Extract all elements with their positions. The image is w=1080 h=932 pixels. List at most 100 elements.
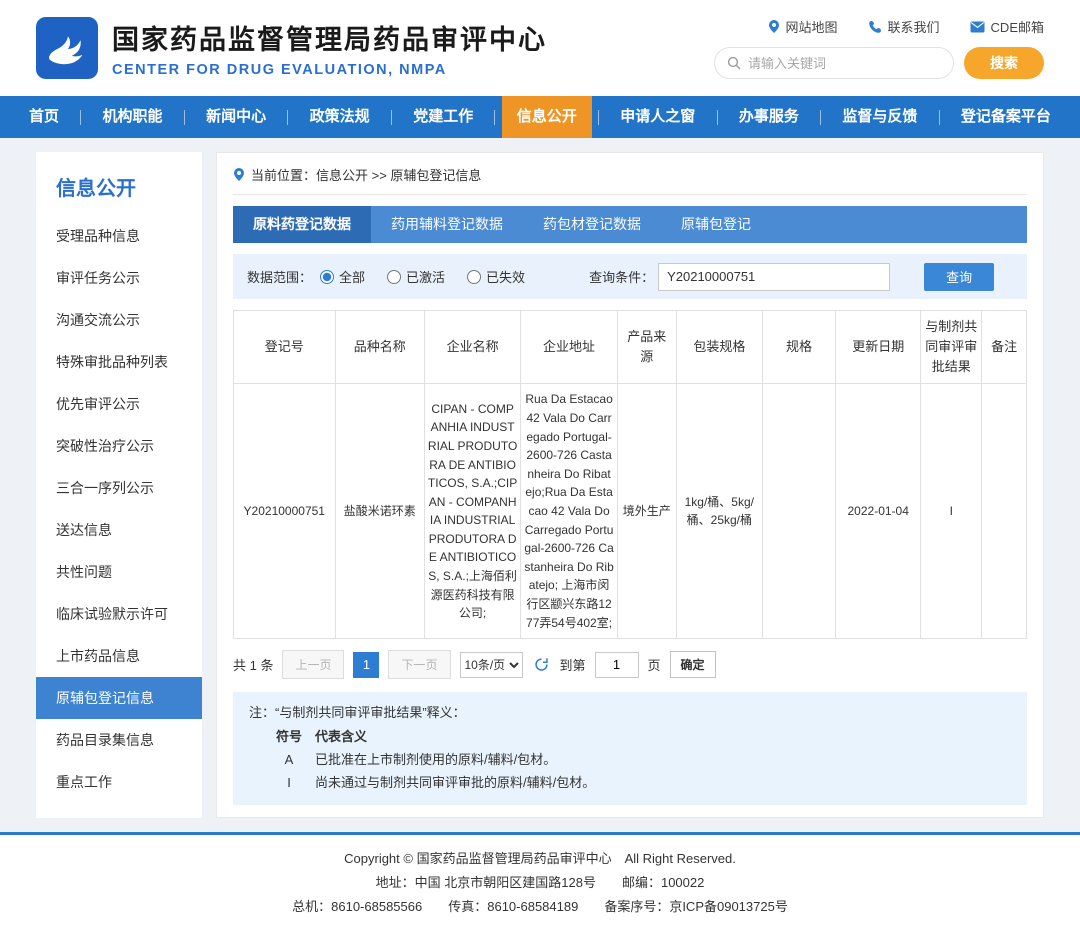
header-right: 网站地图 联系我们 CDE邮箱 搜索	[714, 17, 1044, 79]
cell-7: 2022-01-04	[836, 384, 921, 639]
note-symbol-header: 符号	[263, 727, 315, 748]
tab-bar: 原料药登记数据药用辅料登记数据药包材登记数据原辅包登记	[233, 206, 1027, 243]
quick-link-0[interactable]: 网站地图	[768, 17, 838, 36]
sidebar-item-11[interactable]: 原辅包登记信息	[36, 677, 202, 719]
cell-1: 盐酸米诺环素	[335, 384, 424, 639]
sidebar-item-4[interactable]: 优先审评公示	[36, 383, 202, 425]
page-size-select[interactable]: 10条/页	[460, 652, 523, 678]
col-header-6: 规格	[762, 311, 835, 384]
page-number-1[interactable]: 1	[353, 652, 379, 678]
sidebar-item-9[interactable]: 临床试验默示许可	[36, 593, 202, 635]
scope-radio-1[interactable]	[387, 270, 401, 284]
breadcrumb: 当前位置：信息公开 >> 原辅包登记信息	[233, 165, 1027, 195]
goto-suffix: 页	[648, 655, 661, 674]
col-header-3: 企业地址	[521, 311, 617, 384]
scope-radio-group: 全部 已激活 已失效	[320, 267, 525, 286]
nav-item-2[interactable]: 新闻中心	[191, 96, 281, 138]
sidebar-title: 信息公开	[36, 152, 202, 215]
goto-prefix: 到第	[560, 655, 586, 674]
content: 当前位置：信息公开 >> 原辅包登记信息 原料药登记数据药用辅料登记数据药包材登…	[216, 152, 1044, 818]
col-header-5: 包装规格	[676, 311, 762, 384]
search-input[interactable]	[748, 56, 941, 71]
col-header-1: 品种名称	[335, 311, 424, 384]
nav-item-7[interactable]: 办事服务	[724, 96, 814, 138]
goto-confirm-button[interactable]: 确定	[670, 651, 716, 678]
scope-option-0[interactable]: 全部	[320, 267, 365, 286]
sidebar-list: 受理品种信息审评任务公示沟通交流公示特殊审批品种列表优先审评公示突破性治疗公示三…	[36, 215, 202, 803]
next-page-button[interactable]: 下一页	[388, 650, 450, 679]
sidebar: 信息公开 受理品种信息审评任务公示沟通交流公示特殊审批品种列表优先审评公示突破性…	[36, 152, 202, 818]
main-nav: 首页机构职能新闻中心政策法规党建工作信息公开申请人之窗办事服务监督与反馈登记备案…	[0, 96, 1080, 138]
page: 国家药品监督管理局药品审评中心 CENTER FOR DRUG EVALUATI…	[0, 0, 1080, 932]
table-row: Y20210000751盐酸米诺环素CIPAN - COMPANHIA INDU…	[234, 384, 1027, 639]
sidebar-item-6[interactable]: 三合一序列公示	[36, 467, 202, 509]
scope-option-2[interactable]: 已失效	[467, 267, 525, 286]
sidebar-item-3[interactable]: 特殊审批品种列表	[36, 341, 202, 383]
nav-item-0[interactable]: 首页	[14, 96, 74, 138]
cde-logo-icon	[36, 17, 98, 79]
sidebar-item-13[interactable]: 重点工作	[36, 761, 202, 803]
goto-page-input[interactable]	[595, 652, 639, 678]
nav-separator	[184, 110, 185, 125]
sidebar-item-7[interactable]: 送达信息	[36, 509, 202, 551]
refresh-button[interactable]	[532, 657, 551, 672]
tab-1[interactable]: 药用辅料登记数据	[371, 206, 523, 243]
cell-6	[762, 384, 835, 639]
footer: Copyright © 国家药品监督管理局药品审评中心 All Right Re…	[0, 832, 1080, 932]
scope-radio-2[interactable]	[467, 270, 481, 284]
prev-page-button[interactable]: 上一页	[282, 650, 344, 679]
nav-item-5[interactable]: 信息公开	[502, 96, 592, 138]
nav-separator	[494, 110, 495, 125]
tab-2[interactable]: 药包材登记数据	[523, 206, 661, 243]
nav-item-6[interactable]: 申请人之窗	[605, 96, 710, 138]
footer-line-0: Copyright © 国家药品监督管理局药品审评中心 All Right Re…	[0, 847, 1080, 871]
sidebar-item-5[interactable]: 突破性治疗公示	[36, 425, 202, 467]
nav-item-4[interactable]: 党建工作	[398, 96, 488, 138]
cell-8: I	[921, 384, 982, 639]
query-input[interactable]	[658, 263, 890, 291]
filter-bar: 数据范围： 全部已激活已失效 查询条件： 查询	[233, 254, 1027, 299]
location-icon	[768, 19, 780, 34]
note-symbol-1: I	[263, 773, 315, 794]
phone-icon	[868, 20, 882, 34]
nav-item-3[interactable]: 政策法规	[295, 96, 385, 138]
nav-item-9[interactable]: 登记备案平台	[946, 96, 1066, 138]
col-header-8: 与制剂共同审评审批结果	[921, 311, 982, 384]
query-button[interactable]: 查询	[924, 263, 994, 291]
quick-link-label: CDE邮箱	[991, 17, 1044, 36]
breadcrumb-text: 当前位置：信息公开 >> 原辅包登记信息	[251, 165, 481, 184]
footer-line-2: 总机：8610-68585566 传真：8610-68584189 备案序号：京…	[0, 895, 1080, 919]
quick-link-label: 联系我们	[888, 17, 940, 36]
nav-item-1[interactable]: 机构职能	[88, 96, 178, 138]
quick-link-1[interactable]: 联系我们	[868, 17, 940, 36]
scope-radio-0[interactable]	[320, 270, 334, 284]
site-subtitle: CENTER FOR DRUG EVALUATION, NMPA	[112, 62, 547, 78]
site-header: 国家药品监督管理局药品审评中心 CENTER FOR DRUG EVALUATI…	[0, 0, 1080, 96]
cell-9	[982, 384, 1027, 639]
scope-option-label: 已失效	[486, 267, 525, 286]
table-header-row: 登记号品种名称企业名称企业地址产品来源包装规格规格更新日期与制剂共同审评审批结果…	[234, 311, 1027, 384]
site-title: 国家药品监督管理局药品审评中心	[112, 18, 547, 57]
note-meaning-1: 尚未通过与制剂共同审评审批的原料/辅料/包材。	[315, 773, 1011, 794]
search-row: 搜索	[714, 47, 1044, 79]
registration-table: 登记号品种名称企业名称企业地址产品来源包装规格规格更新日期与制剂共同审评审批结果…	[233, 310, 1027, 639]
table-body: Y20210000751盐酸米诺环素CIPAN - COMPANHIA INDU…	[234, 384, 1027, 639]
tab-3[interactable]: 原辅包登记	[661, 206, 771, 243]
cell-3: Rua Da Estacao 42 Vala Do Carregado Port…	[521, 384, 617, 639]
tab-0[interactable]: 原料药登记数据	[233, 206, 371, 243]
nav-item-8[interactable]: 监督与反馈	[827, 96, 932, 138]
sidebar-item-8[interactable]: 共性问题	[36, 551, 202, 593]
sidebar-item-0[interactable]: 受理品种信息	[36, 215, 202, 257]
brand-titles: 国家药品监督管理局药品审评中心 CENTER FOR DRUG EVALUATI…	[112, 18, 547, 78]
quick-link-2[interactable]: CDE邮箱	[970, 17, 1044, 36]
sidebar-item-1[interactable]: 审评任务公示	[36, 257, 202, 299]
nav-separator	[939, 110, 940, 125]
search-button[interactable]: 搜索	[964, 47, 1044, 79]
sidebar-item-12[interactable]: 药品目录集信息	[36, 719, 202, 761]
nav-separator	[287, 110, 288, 125]
scope-option-1[interactable]: 已激活	[387, 267, 445, 286]
scope-option-label: 已激活	[406, 267, 445, 286]
sidebar-item-2[interactable]: 沟通交流公示	[36, 299, 202, 341]
col-header-0: 登记号	[234, 311, 336, 384]
sidebar-item-10[interactable]: 上市药品信息	[36, 635, 202, 677]
